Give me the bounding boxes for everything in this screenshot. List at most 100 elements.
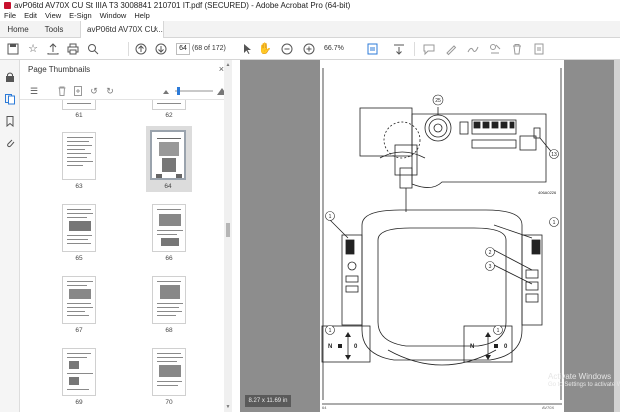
thumbnail-size-slider[interactable] (175, 87, 213, 95)
menu-window[interactable]: Window (100, 11, 127, 20)
callout-1-lower-right: 1 (497, 328, 500, 334)
window-title: avP06td AV70X CU St IIIA T3 3008841 2107… (14, 1, 351, 10)
delete-icon[interactable] (510, 42, 524, 56)
comment-icon[interactable] (422, 42, 436, 56)
highlight-pen-icon[interactable] (444, 42, 458, 56)
thumbnail-page-65[interactable] (62, 204, 96, 252)
menu-bar: File Edit View E-Sign Window Help (0, 11, 620, 21)
page-thumbnails-icon[interactable] (4, 93, 16, 105)
next-page-icon[interactable] (154, 42, 168, 56)
hand-tool-icon[interactable]: ✋ (258, 42, 272, 56)
draw-icon[interactable] (466, 42, 480, 56)
scroll-down-arrow-icon[interactable]: ▼ (225, 404, 231, 410)
thumbnail-label-61: 61 (75, 112, 83, 119)
menu-edit[interactable]: Edit (24, 11, 37, 20)
slider-knob[interactable] (176, 87, 180, 95)
thumbnail-label-66: 66 (165, 255, 173, 262)
zoom-in-icon[interactable] (302, 42, 316, 56)
window-title-bar: avP06td AV70X CU St IIIA T3 3008841 2107… (0, 0, 620, 11)
callout-3: 3 (489, 264, 492, 270)
figure-code: 406A0226 (538, 190, 557, 195)
tab-tools[interactable]: Tools (36, 21, 72, 38)
thumbnail-page-64[interactable] (150, 130, 186, 180)
stamp-icon[interactable] (488, 42, 502, 56)
callout-25: 25 (435, 98, 441, 104)
document-view[interactable]: 25 13 1 1 2 3 1 1 N 0 N 0 406A0226 64 AV… (240, 60, 620, 412)
acrobat-logo-icon (4, 2, 11, 9)
page-illustration: 25 13 1 1 2 3 1 1 N 0 N 0 406A0226 (321, 68, 562, 405)
thumbnail-smaller-icon[interactable] (160, 85, 172, 97)
zoom-out-icon[interactable] (280, 42, 294, 56)
page-number-input[interactable]: 64 (176, 43, 190, 55)
page-count-label: (68 of 172) (192, 45, 226, 52)
attach-icon[interactable] (532, 42, 546, 56)
left-navigation-rail (0, 60, 20, 412)
thumbnails-scroll-thumb[interactable] (226, 223, 230, 237)
attachments-icon[interactable] (4, 137, 16, 149)
menu-help[interactable]: Help (134, 11, 149, 20)
save-icon[interactable] (6, 42, 20, 56)
bookmark-star-icon[interactable]: ☆ (26, 42, 40, 56)
thumbnail-label-68: 68 (165, 327, 173, 334)
bookmarks-icon[interactable] (4, 115, 16, 128)
page-thumbnails-panel: Page Thumbnails × ☰ ↺ ↻ 61 62 63 64 65 6… (20, 60, 232, 412)
tab-bar: Home Tools avP06td AV70X CU... × (0, 21, 620, 38)
thumbnail-page-68[interactable] (152, 276, 186, 324)
thumbnail-label-64: 64 (164, 183, 172, 190)
panel-title: Page Thumbnails (28, 65, 91, 74)
main-toolbar: ☆ 64 (68 of 172) ✋ 66.7% (0, 38, 620, 60)
fit-page-icon[interactable] (366, 42, 380, 56)
tab-close-icon[interactable]: × (153, 21, 158, 38)
tab-document[interactable]: avP06td AV70X CU... × (80, 21, 164, 38)
thumbnails-scrollbar[interactable]: ▲ ▼ (224, 60, 232, 412)
neutral-label-right: N (470, 344, 474, 350)
delete-page-icon[interactable] (56, 85, 68, 97)
scroll-up-arrow-icon[interactable]: ▲ (225, 62, 231, 68)
menu-esign[interactable]: E-Sign (69, 11, 92, 20)
thumbnail-label-70: 70 (165, 399, 173, 406)
scroll-mode-icon[interactable] (392, 42, 406, 56)
select-cursor-icon[interactable] (240, 42, 254, 56)
pdf-page: 25 13 1 1 2 3 1 1 N 0 N 0 406A0226 64 AV… (320, 60, 564, 412)
callout-13: 13 (551, 152, 557, 158)
insert-page-icon[interactable] (72, 85, 84, 97)
activate-windows-subtitle: Go to Settings to activate Windows. (548, 382, 620, 388)
thumbnail-page-62[interactable] (152, 100, 186, 110)
neutral-label-left: N (328, 344, 332, 350)
thumbnail-label-65: 65 (75, 255, 83, 262)
thumbnail-page-70[interactable] (152, 348, 186, 396)
activate-windows-title: Activate Windows (548, 372, 612, 381)
panel-toolbar: ☰ ↺ ↻ (20, 82, 232, 100)
previous-page-icon[interactable] (134, 42, 148, 56)
zero-label-left: 0 (354, 344, 358, 350)
thumbnail-page-69[interactable] (62, 348, 96, 396)
options-menu-icon[interactable]: ☰ (28, 85, 40, 97)
thumbnail-label-62: 62 (165, 112, 173, 119)
callout-2: 2 (489, 250, 492, 256)
page-footer-right: AV70X (542, 405, 555, 410)
menu-file[interactable]: File (4, 11, 16, 20)
rotate-counterclockwise-icon[interactable]: ↺ (88, 85, 100, 97)
page-footer-left: 64 (322, 405, 327, 410)
callout-1-right: 1 (553, 220, 556, 226)
search-icon[interactable] (86, 42, 100, 56)
page-size-badge: 8.27 x 11.69 in (245, 395, 291, 407)
thumbnail-label-69: 69 (75, 399, 83, 406)
document-scrollbar[interactable] (614, 60, 620, 412)
upload-icon[interactable] (46, 42, 60, 56)
tab-home[interactable]: Home (0, 21, 36, 38)
tab-document-label: avP06td AV70X CU... (87, 25, 163, 34)
menu-view[interactable]: View (45, 11, 61, 20)
zero-label-right: 0 (504, 344, 508, 350)
activate-windows-watermark: Activate Windows Go to Settings to activ… (548, 372, 620, 390)
thumbnail-label-67: 67 (75, 327, 83, 334)
rotate-clockwise-icon[interactable]: ↻ (104, 85, 116, 97)
print-icon[interactable] (66, 42, 80, 56)
thumbnail-page-63[interactable] (62, 132, 96, 180)
thumbnail-page-67[interactable] (62, 276, 96, 324)
zoom-level-select[interactable]: 66.7% (324, 43, 352, 55)
thumbnail-page-61[interactable] (62, 100, 96, 110)
panel-header: Page Thumbnails × (20, 60, 232, 82)
lock-icon[interactable] (4, 71, 16, 83)
thumbnail-page-66[interactable] (152, 204, 186, 252)
